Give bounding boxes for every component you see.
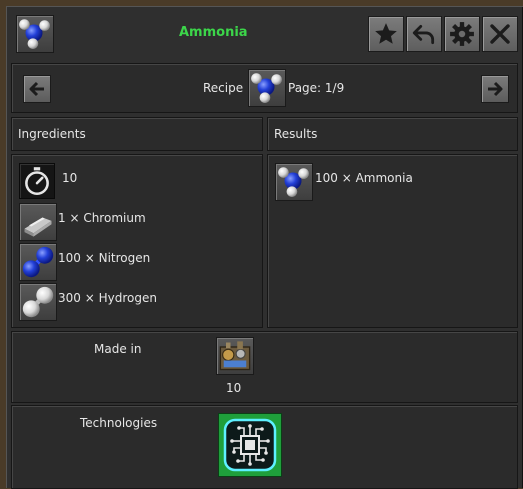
ingredients-list: 10 1 × Chromium 100 × Nitrogen 300 × Hyd… xyxy=(11,154,263,328)
favorite-button[interactable] xyxy=(368,16,404,52)
results-list: 100 × Ammonia xyxy=(267,154,518,328)
page-indicator: Page: 1/9 xyxy=(288,81,345,95)
ingredient-nitrogen: 100 × Nitrogen xyxy=(58,251,151,265)
arrow-right-icon xyxy=(488,81,503,97)
ingredients-header: Ingredients xyxy=(11,117,263,151)
arrow-left-icon xyxy=(29,81,44,97)
recipe-window: Ammonia Recipe Page: 1/9 Ingredients Res… xyxy=(6,6,523,489)
ingredients-header-label: Ingredients xyxy=(18,127,86,141)
technologies-section: Technologies xyxy=(11,405,518,489)
craft-time: 10 xyxy=(62,171,78,185)
made-in-section: Made in 10 xyxy=(11,331,518,403)
result-ammonia: 100 × Ammonia xyxy=(315,171,413,185)
close-button[interactable] xyxy=(482,16,518,52)
recipe-label: Recipe xyxy=(203,81,244,95)
previous-page-button[interactable] xyxy=(23,75,51,103)
chemical-plant-icon[interactable] xyxy=(216,337,254,375)
recipe-nav-bar: Recipe Page: 1/9 xyxy=(11,63,518,113)
ingredient-hydrogen: 300 × Hydrogen xyxy=(58,291,157,305)
settings-button[interactable] xyxy=(444,16,480,52)
technology-circuit-icon[interactable] xyxy=(218,413,282,477)
hydrogen-icon xyxy=(19,283,57,321)
made-in-label: Made in xyxy=(94,342,142,356)
undo-arrow-icon xyxy=(412,25,435,45)
star-icon xyxy=(375,23,397,44)
next-page-button[interactable] xyxy=(481,75,509,103)
close-icon xyxy=(490,24,510,44)
gear-icon xyxy=(450,22,474,46)
ammonia-icon xyxy=(16,15,54,53)
chromium-plate-icon xyxy=(19,203,57,241)
made-in-count: 10 xyxy=(226,381,242,395)
recipe-ammonia-icon[interactable] xyxy=(248,69,286,107)
results-header-label: Results xyxy=(274,127,318,141)
stopwatch-icon xyxy=(19,163,55,199)
ammonia-icon xyxy=(275,163,313,201)
back-button[interactable] xyxy=(406,16,442,52)
title-bar: Ammonia xyxy=(6,6,523,60)
results-header: Results xyxy=(267,117,518,151)
ingredient-chromium: 1 × Chromium xyxy=(58,211,146,225)
window-title: Ammonia xyxy=(179,25,248,40)
technologies-label: Technologies xyxy=(80,416,158,430)
nitrogen-icon xyxy=(19,243,57,281)
